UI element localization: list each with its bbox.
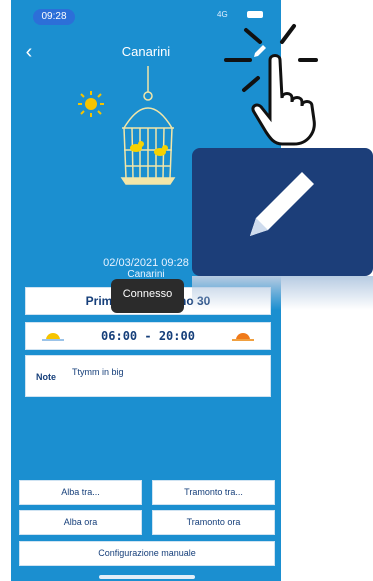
network-label: 4G bbox=[217, 10, 228, 19]
alba-tra-button[interactable]: Alba tra... bbox=[19, 480, 142, 505]
alba-ora-button[interactable]: Alba ora bbox=[19, 510, 142, 535]
notes-text: Ttymm in big bbox=[72, 367, 124, 377]
pencil-icon[interactable] bbox=[192, 148, 373, 276]
battery-icon bbox=[247, 11, 263, 18]
home-indicator bbox=[99, 575, 195, 579]
birdcage-icon bbox=[120, 66, 176, 185]
light-times-row[interactable]: 06:00 - 20:00 bbox=[25, 322, 271, 350]
sun-icon bbox=[78, 91, 104, 117]
tramonto-tra-button[interactable]: Tramonto tra... bbox=[152, 480, 275, 505]
notes-box[interactable]: Note Ttymm in big bbox=[25, 355, 271, 397]
edit-zoom-panel bbox=[192, 148, 373, 276]
connection-toast: Connesso bbox=[111, 279, 184, 313]
manual-config-button[interactable]: Configurazione manuale bbox=[19, 541, 275, 566]
zoom-panel-shadow bbox=[192, 276, 373, 310]
notes-label: Note bbox=[36, 372, 56, 382]
status-time: 09:28 bbox=[33, 9, 75, 25]
hand-pointer-icon bbox=[224, 24, 318, 146]
tramonto-ora-button[interactable]: Tramonto ora bbox=[152, 510, 275, 535]
sunset-icon bbox=[232, 333, 254, 341]
